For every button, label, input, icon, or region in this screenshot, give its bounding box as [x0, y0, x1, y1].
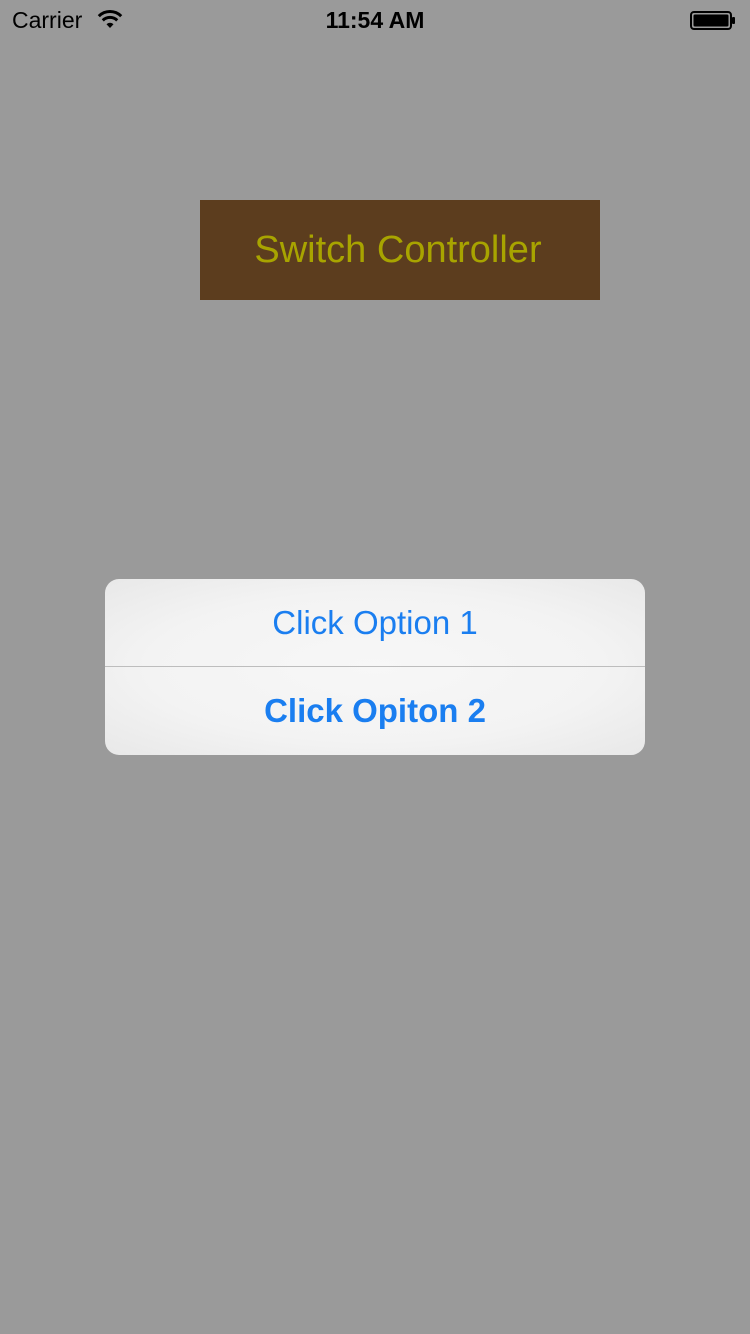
status-bar: Carrier 11:54 AM	[0, 0, 750, 40]
battery-icon	[690, 11, 736, 30]
action-alert: Click Option 1 Click Opiton 2	[105, 579, 645, 755]
click-option-1-button[interactable]: Click Option 1	[105, 579, 645, 667]
click-option-2-button[interactable]: Click Opiton 2	[105, 667, 645, 755]
switch-controller-button[interactable]: Switch Controller	[200, 200, 600, 300]
status-time: 11:54 AM	[325, 7, 425, 33]
